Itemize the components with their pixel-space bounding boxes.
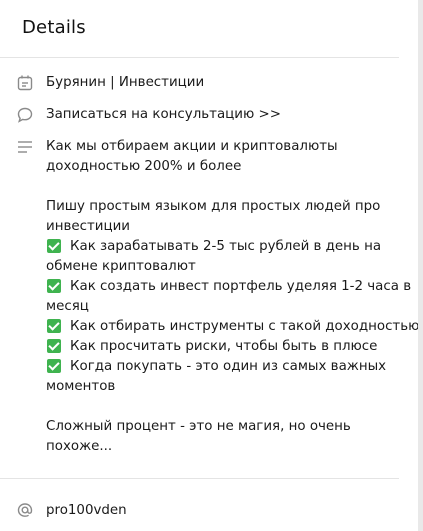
channel-description: Как мы отбираем акции и криптовалюты дох… [0,136,418,461]
section-divider [0,478,399,479]
description-line: Сложный процент - это не магия, но очень [46,419,351,434]
description-line: Пишу простым языком для простых людей пр… [46,199,381,214]
consultation-link-label[interactable]: Записаться на консультацию >> [46,105,281,125]
description-line: месяц [46,299,89,314]
check-mark-icon [47,319,61,333]
description-line: моментов [46,379,116,394]
details-header: Details [0,0,418,57]
username-row[interactable]: pro100vden [0,500,410,522]
description-line: доходностью 200% и более [46,159,242,174]
description-line: обмене криптовалют [46,259,196,274]
username[interactable]: pro100vden [46,501,127,521]
check-mark-icon [47,359,61,373]
at-sign-icon [16,501,34,519]
comment-icon [16,106,34,124]
channel-name-row: Бурянин | Инвестиции [0,72,410,94]
consultation-link[interactable]: Записаться на консультацию >> [0,104,410,126]
channel-name: Бурянин | Инвестиции [46,75,205,90]
description-line: инвестиции [46,219,130,234]
description-line: Как зарабатывать 2-5 тыс рублей в день н… [70,239,382,254]
description-line: Когда покупать - это один из самых важны… [70,359,387,374]
channel-icon [16,74,34,92]
header-divider [0,57,399,58]
details-panel: Details Бурянин | Инвестиции Записаться … [0,0,418,531]
description-line: Как мы отбираем акции и криптовалюты [46,139,338,154]
text-lines-icon [16,138,34,156]
description-line: похоже... [46,439,113,454]
scrollbar[interactable] [418,0,423,531]
check-mark-icon [47,279,61,293]
description-line: Как отбирать инструменты с такой доходно… [70,319,418,334]
description-line: Как просчитать риски, чтобы быть в плюсе [70,339,378,354]
check-mark-icon [47,339,61,353]
description-line: Как создать инвест портфель уделяя 1-2 ч… [70,279,412,294]
check-mark-icon [47,239,61,253]
details-title: Details [22,17,86,38]
